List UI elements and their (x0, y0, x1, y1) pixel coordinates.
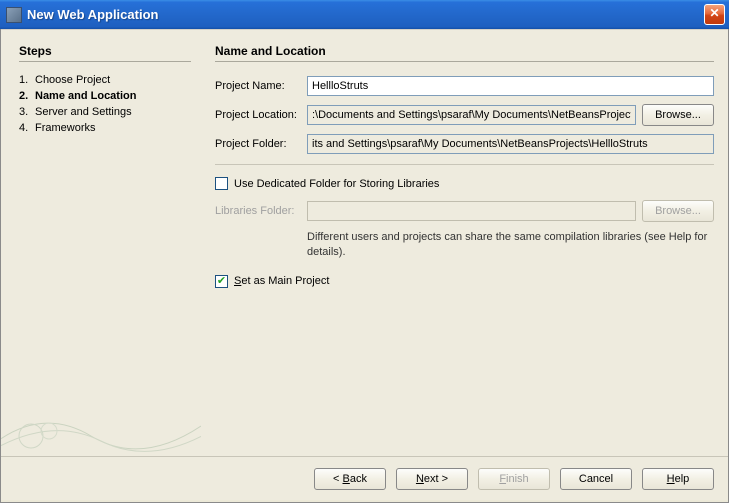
next-button[interactable]: Next > (396, 468, 468, 490)
set-main-checkbox[interactable]: ✔ (215, 275, 228, 288)
step-item: 4.Frameworks (19, 120, 191, 136)
steps-list: 1.Choose Project 2.Name and Location 3.S… (19, 72, 191, 136)
button-bar: < Back Next > Finish Cancel Help (1, 456, 728, 500)
project-folder-label: Project Folder: (215, 138, 307, 150)
project-name-input[interactable] (307, 76, 714, 96)
project-name-label: Project Name: (215, 80, 307, 92)
browse-libraries-button: Browse... (642, 200, 714, 222)
finish-button: Finish (478, 468, 550, 490)
dedicated-folder-label: Use Dedicated Folder for Storing Librari… (234, 178, 439, 190)
window-title: New Web Application (27, 7, 704, 22)
cancel-button[interactable]: Cancel (560, 468, 632, 490)
back-button[interactable]: < Back (314, 468, 386, 490)
close-icon[interactable]: ✕ (704, 4, 725, 25)
set-main-row: ✔ Set as Main Project (215, 275, 714, 288)
steps-heading: Steps (19, 44, 191, 62)
libraries-hint: Different users and projects can share t… (307, 230, 714, 261)
step-item: 1.Choose Project (19, 72, 191, 88)
steps-panel: Steps 1.Choose Project 2.Name and Locati… (1, 30, 201, 456)
browse-location-button[interactable]: Browse... (642, 104, 714, 126)
titlebar: New Web Application ✕ (0, 0, 729, 29)
dedicated-folder-row: Use Dedicated Folder for Storing Librari… (215, 177, 714, 190)
step-item: 3.Server and Settings (19, 104, 191, 120)
libraries-folder-input (307, 201, 636, 221)
divider (215, 164, 714, 165)
help-button[interactable]: Help (642, 468, 714, 490)
set-main-label: Set as Main Project (234, 275, 329, 287)
decorative-swirl (1, 396, 201, 456)
project-location-input[interactable] (307, 105, 636, 125)
app-icon (6, 7, 22, 23)
panel-heading: Name and Location (215, 44, 714, 62)
content-area: Steps 1.Choose Project 2.Name and Locati… (1, 29, 728, 456)
project-location-label: Project Location: (215, 109, 307, 121)
project-folder-input[interactable] (307, 134, 714, 154)
dedicated-folder-checkbox[interactable] (215, 177, 228, 190)
form-panel: Name and Location Project Name: Project … (201, 30, 728, 456)
step-item-current: 2.Name and Location (19, 88, 191, 104)
libraries-folder-label: Libraries Folder: (215, 205, 307, 217)
